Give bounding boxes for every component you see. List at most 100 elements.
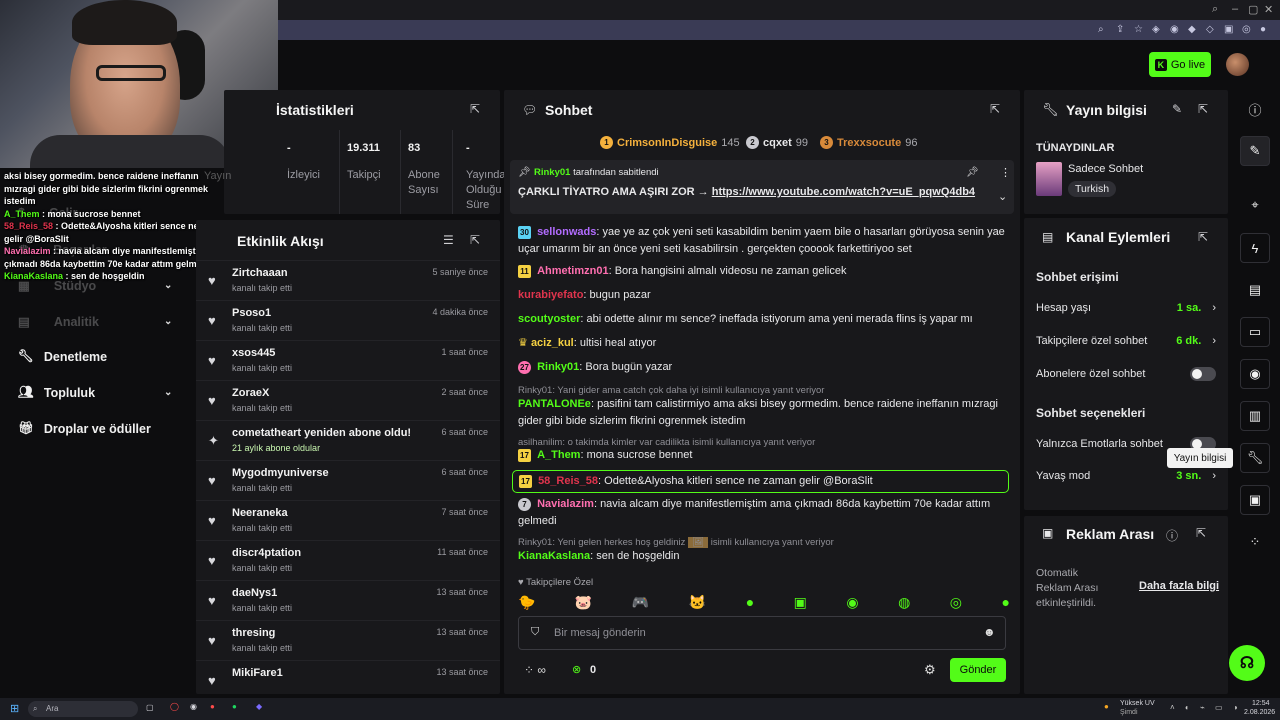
expand-icon[interactable]: ⇱ bbox=[990, 102, 1000, 116]
target-icon[interactable]: ⌖ bbox=[1240, 190, 1270, 220]
emoji-icon[interactable]: ☻ bbox=[983, 625, 996, 639]
chevron-down-icon[interactable]: ⌄ bbox=[998, 190, 1007, 203]
list-item[interactable]: ♥ ZoraeX kanalı takip etti 2 saat önce bbox=[196, 380, 500, 420]
extension-icon[interactable]: ◉ bbox=[1170, 24, 1179, 35]
extension-icon[interactable]: ◈ bbox=[1152, 24, 1160, 35]
extension-icon[interactable]: ◎ bbox=[1242, 24, 1251, 35]
list-item[interactable]: ♥ MikiFare1 13 saat önce bbox=[196, 660, 500, 694]
expand-icon[interactable]: ⇱ bbox=[1196, 526, 1206, 540]
chat-message[interactable]: PANTALONEe: pasifini tam calistirmiyo am… bbox=[518, 396, 1010, 430]
send-button[interactable]: Gönder bbox=[950, 658, 1006, 682]
chat-icon[interactable]: ▭ bbox=[1240, 317, 1270, 347]
subs-only-toggle[interactable] bbox=[1190, 367, 1216, 381]
emote-icon[interactable]: ● bbox=[746, 594, 754, 611]
extension-icon[interactable]: ◇ bbox=[1206, 24, 1214, 35]
go-live-button[interactable]: K Go live bbox=[1149, 52, 1211, 77]
minimize-icon[interactable]: – bbox=[1232, 3, 1238, 15]
emote-icon[interactable]: ▣ bbox=[794, 594, 807, 611]
expand-icon[interactable]: ⇱ bbox=[470, 102, 480, 116]
wrench-icon[interactable]: 🔧︎ bbox=[1240, 443, 1270, 473]
community-icon[interactable]: ⁘ bbox=[1240, 527, 1270, 557]
unpin-icon[interactable]: 📌︎ bbox=[966, 167, 979, 178]
expand-icon[interactable]: ⇱ bbox=[1198, 230, 1208, 244]
chat-message-highlighted[interactable]: 17 58_Reis_58: Odette&Alyosha kitleri se… bbox=[512, 470, 1009, 493]
spotify-icon[interactable]: ● bbox=[232, 702, 237, 711]
extension-icon[interactable]: ▣ bbox=[1224, 24, 1233, 35]
edit-icon[interactable]: ✎ bbox=[1240, 136, 1270, 166]
chat-message[interactable]: 17 A_Them: mona sucrose bennet bbox=[518, 447, 1010, 464]
help-chat-icon[interactable]: ☊ bbox=[1229, 645, 1265, 681]
tray-icons[interactable]: ˄ ◐ ⌁ ▭ ◑ bbox=[1170, 703, 1242, 712]
emote-icon[interactable]: 🐷 bbox=[575, 594, 592, 611]
taskbar-search[interactable]: ⌕ Ara bbox=[28, 701, 138, 717]
layout-icon[interactable]: ▥ bbox=[1240, 401, 1270, 431]
close-icon[interactable]: ✕ bbox=[1264, 3, 1273, 16]
chat-message[interactable]: kurabiyefato: bugun pazar bbox=[518, 287, 1010, 304]
settings-icon[interactable]: ⚙ bbox=[924, 662, 936, 678]
extension-icon[interactable]: ◆ bbox=[1188, 24, 1196, 35]
lightning-icon[interactable]: ϟ bbox=[1240, 233, 1270, 263]
list-item[interactable]: ♥ discr4ptation kanalı takip etti 11 saa… bbox=[196, 540, 500, 580]
leaderboard-item[interactable]: 3 Trexxsocute 96 bbox=[820, 136, 917, 149]
clipboard-icon[interactable]: ▤ bbox=[1240, 275, 1270, 305]
window-icon[interactable]: ▣ bbox=[1240, 485, 1270, 515]
leaderboard-item[interactable]: 1 CrimsonInDisguise 145 bbox=[600, 136, 740, 149]
expand-icon[interactable]: ⇱ bbox=[470, 233, 480, 247]
expand-icon[interactable]: ⇱ bbox=[1198, 102, 1208, 116]
task-view-icon[interactable]: ▢ bbox=[146, 703, 154, 712]
emote-icon[interactable]: ● bbox=[1001, 594, 1009, 611]
filter-icon[interactable]: ☰ bbox=[443, 233, 454, 247]
learn-more-link[interactable]: Daha fazla bilgi bbox=[1139, 580, 1219, 592]
chat-message[interactable]: 7 Navialazim: navia alcam diye manifestl… bbox=[518, 496, 1010, 530]
info-icon[interactable]: ⓘ bbox=[1240, 94, 1270, 124]
list-item[interactable]: ♥ daeNys1 kanalı takip etti 13 saat önce bbox=[196, 580, 500, 620]
points-icon[interactable]: ⁘ ∞ bbox=[524, 663, 546, 677]
chat-message[interactable]: scoutyoster: abi odette alınır mı sence?… bbox=[518, 311, 1010, 328]
chat-message[interactable]: 27 Rinky01: Bora bugün yazar bbox=[518, 359, 1010, 376]
avatar[interactable] bbox=[1226, 53, 1249, 76]
maximize-icon[interactable]: ▢ bbox=[1248, 3, 1258, 16]
list-item[interactable]: ♥ thresing kanalı takip etti 13 saat önc… bbox=[196, 620, 500, 660]
broadcast-icon[interactable]: ◉ bbox=[1240, 359, 1270, 389]
chat-message[interactable]: KianaKaslana: sen de hoşgeldin bbox=[518, 548, 1010, 565]
star-icon[interactable]: ☆ bbox=[1134, 24, 1143, 35]
zoom-icon[interactable]: ⌕ bbox=[1098, 24, 1104, 35]
opera-icon[interactable]: ◯ bbox=[170, 702, 179, 711]
followers-only-setting[interactable]: Takipçilere özel sohbet 6 dk. › bbox=[1036, 335, 1216, 347]
list-item[interactable]: ♥ xsos445 kanalı takip etti 1 saat önce bbox=[196, 340, 500, 380]
share-icon[interactable]: ⇪ bbox=[1116, 24, 1124, 35]
more-icon[interactable]: ⋮ bbox=[1000, 166, 1011, 179]
emote-icon[interactable]: 🐤 bbox=[518, 594, 535, 611]
emote-icon[interactable]: ◍ bbox=[898, 594, 910, 611]
chat-input[interactable]: ⛉ Bir mesaj gönderin ☻ bbox=[518, 616, 1006, 650]
list-item[interactable]: ✦ cometatheart yeniden abone oldu! 21 ay… bbox=[196, 420, 500, 460]
emote-icon[interactable]: ◎ bbox=[950, 594, 962, 611]
account-age-setting[interactable]: Hesap yaşı 1 sa. › bbox=[1036, 302, 1216, 314]
edit-icon[interactable]: ✎ bbox=[1172, 102, 1182, 116]
nav-item-droplar[interactable]: 🎁︎ Droplar ve ödüller bbox=[18, 421, 151, 436]
slow-mode-setting[interactable]: Yavaş mod 3 sn. › bbox=[1036, 470, 1216, 482]
app-icon[interactable]: ◆ bbox=[256, 702, 262, 711]
windows-start-icon[interactable]: ⊞ bbox=[10, 702, 19, 715]
emote-icon[interactable]: 🎮 bbox=[632, 594, 649, 611]
nav-item-denetleme[interactable]: 🔧︎ Denetleme bbox=[18, 349, 107, 364]
browser-icon[interactable]: ● bbox=[210, 702, 215, 711]
chat-message[interactable]: ♛ aciz_kul: ultisi heal atıyor bbox=[518, 335, 1010, 352]
obs-icon[interactable]: ◉ bbox=[190, 702, 197, 711]
leaderboard-item[interactable]: 2 cqxet 99 bbox=[746, 136, 808, 149]
extension-icon[interactable]: ● bbox=[1260, 24, 1266, 35]
list-item[interactable]: ♥ Psoso1 kanalı takip etti 4 dakika önce bbox=[196, 300, 500, 340]
emote-icon[interactable]: 🐱 bbox=[689, 594, 706, 611]
address-bar[interactable]: ⌕ ⇪ ☆ ◈ ◉ ◆ ◇ ▣ ◎ ● bbox=[278, 20, 1280, 40]
nav-item-topluluk[interactable]: 👥︎ Topluluk ⌄ bbox=[18, 385, 172, 400]
search-icon[interactable]: ⌕ bbox=[1212, 3, 1218, 16]
chat-message[interactable]: 11 Ahmetimzn01: Bora hangisini almalı vi… bbox=[518, 263, 1010, 280]
list-item[interactable]: ♥ Mygodmyuniverse kanalı takip etti 6 sa… bbox=[196, 460, 500, 500]
chat-message[interactable]: 30 sellonwads: yae ye az çok yeni seti k… bbox=[518, 224, 1010, 258]
info-icon[interactable]: ⓘ bbox=[1166, 527, 1178, 544]
emote-icon[interactable]: ◉ bbox=[846, 594, 858, 611]
list-item[interactable]: ♥ Neeraneka kanalı takip etti 7 saat önc… bbox=[196, 500, 500, 540]
pinned-message[interactable]: 📌︎ Rinky01 tarafından sabitlendi 📌︎ ⋮ ÇA… bbox=[510, 160, 1014, 214]
list-item[interactable]: ♥ Zirtchaaan kanalı takip etti 5 saniye … bbox=[196, 260, 500, 300]
subs-only-setting[interactable]: Abonelere özel sohbet bbox=[1036, 367, 1216, 381]
